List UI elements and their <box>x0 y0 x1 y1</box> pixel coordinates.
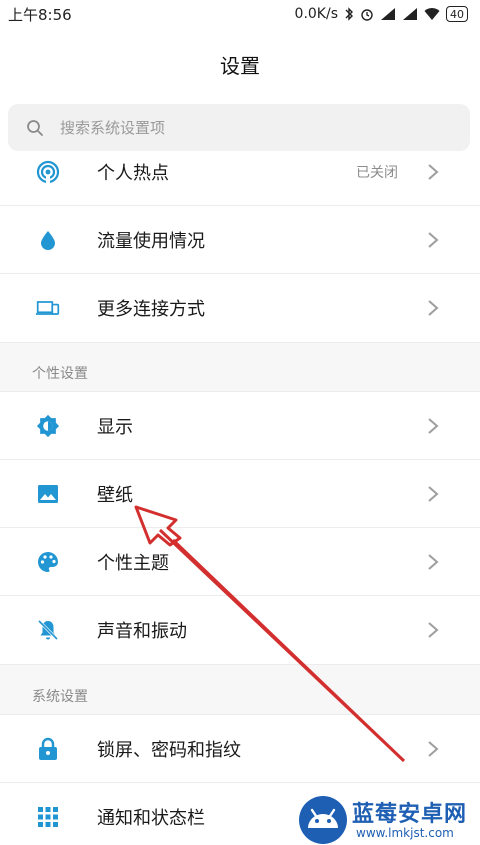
devices-icon <box>36 296 60 320</box>
chevron-right-icon <box>428 164 439 180</box>
section-title: 个性设置 <box>32 366 88 382</box>
section-title: 系统设置 <box>32 689 88 705</box>
hotspot-icon <box>36 160 60 184</box>
settings-item-data-usage[interactable]: 流量使用情况 <box>0 206 480 274</box>
lock-icon <box>36 737 60 761</box>
chevron-right-icon <box>428 300 439 316</box>
watermark-url: www.lmkjst.com <box>356 826 454 840</box>
signal-icon <box>381 8 395 20</box>
settings-item-label: 声音和振动 <box>97 621 187 642</box>
bell-mute-icon <box>36 618 60 642</box>
settings-item-hotspot[interactable]: 个人热点 已关闭 <box>0 138 480 206</box>
settings-item-more-connections[interactable]: 更多连接方式 <box>0 274 480 342</box>
data-usage-icon <box>36 228 60 252</box>
settings-item-label: 壁纸 <box>97 485 133 506</box>
bluetooth-icon <box>345 7 353 21</box>
settings-item-lock-screen[interactable]: 锁屏、密码和指纹 <box>0 715 480 783</box>
settings-item-theme[interactable]: 个性主题 <box>0 528 480 596</box>
search-placeholder: 搜索系统设置项 <box>60 119 166 137</box>
page-title: 设置 <box>220 54 260 78</box>
wallpaper-icon <box>36 482 60 506</box>
watermark-brand: 蓝莓安卓网 <box>352 802 468 827</box>
chevron-right-icon <box>428 622 439 638</box>
chevron-right-icon <box>428 486 439 502</box>
settings-item-sound[interactable]: 声音和振动 <box>0 596 480 664</box>
brightness-icon <box>36 414 60 438</box>
settings-item-label: 流量使用情况 <box>97 231 205 252</box>
chevron-right-icon <box>428 741 439 757</box>
network-speed: 0.0K/s <box>294 6 338 22</box>
status-right: 0.0K/s 40 <box>295 6 468 22</box>
battery-icon: 40 <box>446 6 468 22</box>
palette-icon <box>36 550 60 574</box>
chevron-right-icon <box>428 418 439 434</box>
settings-item-value: 已关闭 <box>356 165 398 181</box>
search-icon <box>27 119 43 136</box>
status-time: 上午8:56 <box>8 5 72 24</box>
settings-item-label: 锁屏、密码和指纹 <box>97 740 241 761</box>
settings-item-display[interactable]: 显示 <box>0 392 480 460</box>
settings-item-wallpaper[interactable]: 壁纸 <box>0 460 480 528</box>
settings-item-label: 个性主题 <box>97 553 169 574</box>
settings-item-label: 通知和状态栏 <box>97 808 205 829</box>
divider <box>0 664 480 665</box>
status-bar: 上午8:56 0.0K/s 40 <box>0 0 480 28</box>
settings-item-label: 显示 <box>97 417 133 438</box>
alarm-icon <box>361 9 373 21</box>
settings-item-label: 更多连接方式 <box>97 299 205 320</box>
signal-icon <box>403 8 417 20</box>
watermark: 蓝莓安卓网 www.lmkjst.com <box>290 790 480 845</box>
chevron-right-icon <box>428 232 439 248</box>
chevron-right-icon <box>428 554 439 570</box>
wifi-icon <box>424 8 440 20</box>
android-logo-icon <box>299 796 347 844</box>
settings-item-label: 个人热点 <box>97 163 169 184</box>
divider <box>0 342 480 343</box>
grid-icon <box>36 805 60 829</box>
